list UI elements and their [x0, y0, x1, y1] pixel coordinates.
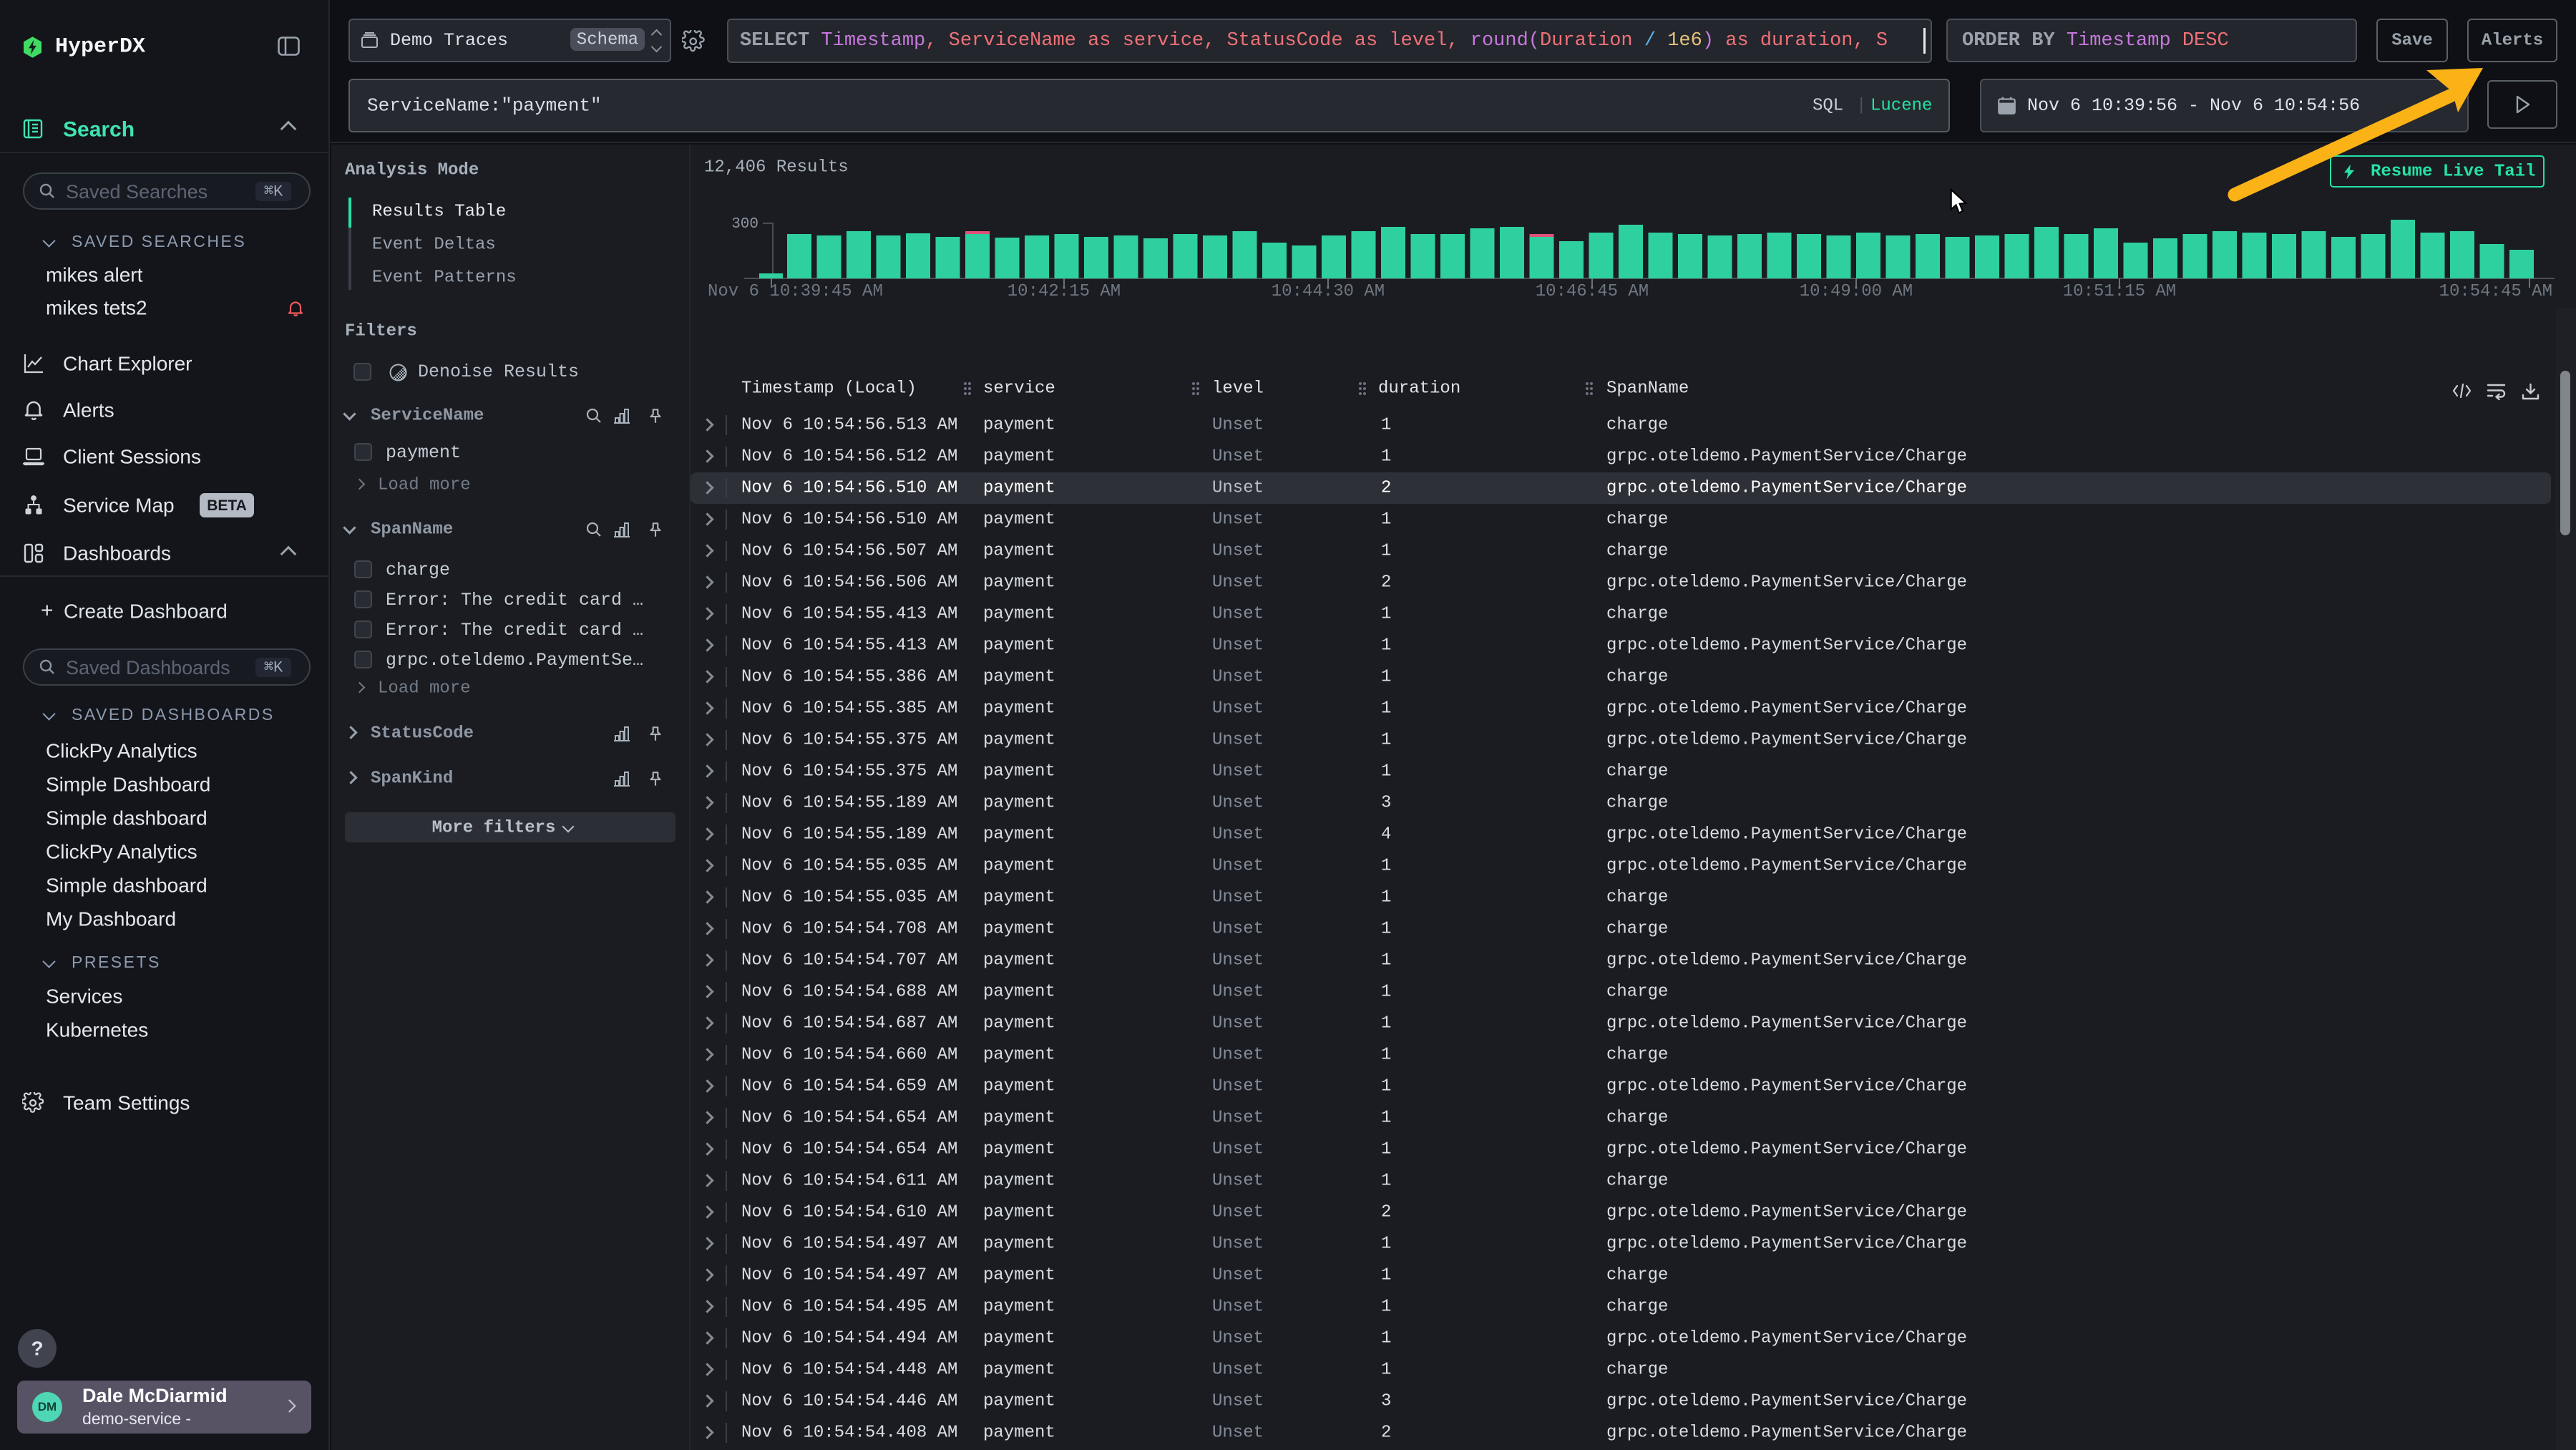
- svg-text:10:46:45 AM: 10:46:45 AM: [1536, 282, 1649, 301]
- svg-text:300: 300: [731, 216, 758, 233]
- svg-text:10:42:15 AM: 10:42:15 AM: [1008, 282, 1121, 301]
- svg-text:10:44:30 AM: 10:44:30 AM: [1272, 282, 1385, 301]
- svg-text:10:49:00 AM: 10:49:00 AM: [1800, 282, 1913, 301]
- svg-text:10:51:15 AM: 10:51:15 AM: [2063, 282, 2176, 301]
- svg-text:Nov 6 10:39:45 AM: Nov 6 10:39:45 AM: [708, 282, 883, 301]
- svg-text:10:54:45 AM: 10:54:45 AM: [2439, 282, 2552, 301]
